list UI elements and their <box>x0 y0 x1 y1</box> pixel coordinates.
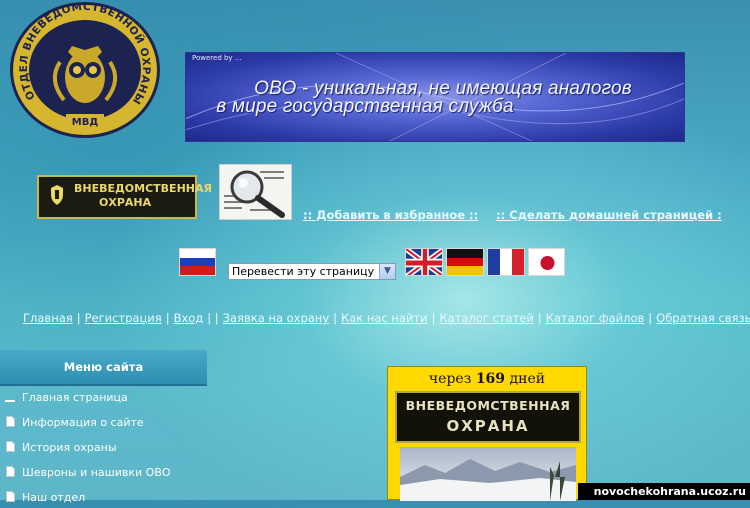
security-badge-logo[interactable]: ВНЕВЕДОМСТВЕННАЯ ОХРАНА <box>37 175 212 219</box>
promo-banner[interactable]: Powered by ... ОВО - уникальная, не имею… <box>185 52 685 142</box>
document-icon <box>6 416 15 427</box>
sidebar-item-label: История охраны <box>22 441 117 454</box>
flag-fr-icon[interactable] <box>487 248 525 276</box>
sidebar-item-history[interactable]: История охраны <box>0 438 207 458</box>
chevron-down-icon[interactable]: ▼ <box>379 264 395 279</box>
flag-de-icon[interactable] <box>446 248 484 276</box>
nav-item-login[interactable]: Вход <box>174 311 204 325</box>
nav-separator: | <box>165 311 170 325</box>
document-icon <box>6 466 15 477</box>
site-watermark: novochekohrana.ucoz.ru <box>578 483 750 500</box>
translate-select-value: Перевести эту страницу <box>232 265 375 278</box>
countdown-widget[interactable]: через 169 дней ВНЕВЕДОМСТВЕННАЯ ОХРАНА <box>387 366 587 501</box>
nav-separator: | <box>333 311 338 325</box>
nav-separator: | | <box>207 311 219 325</box>
sidebar-item-label: Главная страница <box>22 391 128 404</box>
countdown-text: через 169 дней <box>388 371 586 387</box>
document-icon <box>6 441 15 452</box>
magnifying-glass-icon <box>224 170 285 218</box>
document-icon <box>6 491 15 502</box>
nav-separator: | <box>431 311 436 325</box>
sidebar-item-about[interactable]: Информация о сайте <box>0 413 207 433</box>
nav-item-articles[interactable]: Каталог статей <box>439 311 533 325</box>
nav-item-find-us[interactable]: Как нас найти <box>341 311 428 325</box>
sidebar-item-home[interactable]: Главная страница <box>0 388 207 408</box>
nav-item-registration[interactable]: Регистрация <box>85 311 162 325</box>
main-nav: Главная | Регистрация | Вход | | Заявка на охр… <box>23 311 750 325</box>
nav-item-home[interactable]: Главная <box>23 311 73 325</box>
nav-item-security-request[interactable]: Заявка на охрану <box>223 311 330 325</box>
sidebar-item-department[interactable]: Наш отдел <box>0 488 207 508</box>
emblem-shield-icon <box>51 185 63 205</box>
sidebar-item-label: Информация о сайте <box>22 416 144 429</box>
flag-ru-icon[interactable] <box>179 248 216 276</box>
flag-uk-icon[interactable] <box>405 248 443 276</box>
countdown-suffix: дней <box>509 371 546 387</box>
badge-line-2: ОХРАНА <box>99 196 152 209</box>
patch-line-1: ВНЕВЕДОМСТВЕННАЯ <box>405 398 571 413</box>
winter-landscape-image <box>400 447 576 501</box>
badge-line-1: ВНЕВЕДОМСТВЕННАЯ <box>74 182 212 195</box>
ovd-emblem: ОТДЕЛ ВНЕВЕДОМСТВЕННОЙ ОХРАНЫ МВД <box>8 1 162 142</box>
sidebar-item-chevrons[interactable]: Шевроны и нашивки ОВО <box>0 463 207 483</box>
flag-jp-icon[interactable] <box>528 248 565 276</box>
banner-line-2: в мире государственная служба <box>216 96 514 117</box>
dash-icon <box>5 400 15 402</box>
magnifier-image[interactable] <box>219 164 292 220</box>
sidebar-item-label: Шевроны и нашивки ОВО <box>22 466 171 479</box>
nav-separator: | <box>648 311 653 325</box>
set-homepage-link[interactable]: :: Сделать домашней страницей : <box>496 208 722 222</box>
nav-separator: | <box>76 311 81 325</box>
countdown-days: 169 <box>475 371 506 387</box>
banner-powered-label: Powered by ... <box>192 54 242 62</box>
nav-separator: | <box>537 311 542 325</box>
countdown-prefix: через <box>428 371 472 387</box>
emblem-bottom-text: МВД <box>72 117 99 128</box>
security-patch: ВНЕВЕДОМСТВЕННАЯ ОХРАНА <box>395 391 581 443</box>
nav-item-feedback[interactable]: Обратная связь <box>656 311 750 325</box>
add-to-favorites-link[interactable]: :: Добавить в избранное :: <box>303 208 478 222</box>
patch-line-2: ОХРАНА <box>446 417 530 435</box>
sidebar-item-label: Наш отдел <box>22 491 86 504</box>
sidebar-title: Меню сайта <box>0 350 207 386</box>
translate-page-select[interactable]: Перевести эту страницу ▼ <box>228 263 396 280</box>
nav-item-files[interactable]: Каталог файлов <box>546 311 645 325</box>
